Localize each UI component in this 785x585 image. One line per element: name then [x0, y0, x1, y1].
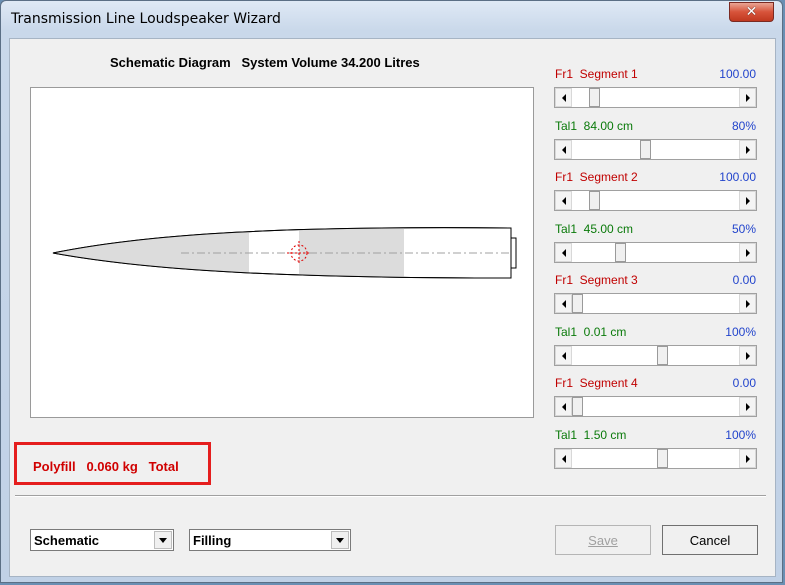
scroll-track[interactable] — [572, 294, 739, 313]
footer-separator — [15, 495, 766, 497]
scroll-right-button[interactable] — [739, 191, 756, 210]
close-button[interactable]: ✕ — [729, 2, 774, 22]
segment-scrollbar[interactable] — [554, 190, 757, 211]
slider-value: 100.00 — [719, 170, 756, 184]
schematic-canvas — [30, 87, 534, 418]
arrow-left-icon — [561, 196, 566, 205]
arrow-left-icon — [561, 402, 566, 411]
scroll-track[interactable] — [572, 191, 739, 210]
scroll-left-button[interactable] — [555, 243, 572, 262]
scroll-track[interactable] — [572, 140, 739, 159]
segment-scrollbar[interactable] — [554, 448, 757, 469]
arrow-right-icon — [745, 196, 750, 205]
slider-value: 100% — [725, 325, 756, 339]
scroll-thumb[interactable] — [572, 397, 583, 416]
arrow-right-icon — [745, 299, 750, 308]
slider-label: Fr1 Segment 2 — [555, 170, 638, 184]
wizard-window: Transmission Line Loudspeaker Wizard ✕ S… — [0, 0, 783, 583]
view-select-value: Schematic — [34, 533, 100, 548]
scroll-left-button[interactable] — [555, 449, 572, 468]
scroll-thumb[interactable] — [589, 191, 600, 210]
polyfill-total-box: Polyfill 0.060 kg Total — [14, 442, 211, 485]
arrow-right-icon — [745, 402, 750, 411]
arrow-left-icon — [561, 454, 566, 463]
segment-scrollbar[interactable] — [554, 242, 757, 263]
mode-select[interactable]: Filling — [189, 529, 351, 551]
scroll-left-button[interactable] — [555, 397, 572, 416]
cancel-button[interactable]: Cancel — [662, 525, 758, 555]
arrow-right-icon — [745, 93, 750, 102]
arrow-right-icon — [745, 145, 750, 154]
segment-scrollbar[interactable] — [554, 396, 757, 417]
scroll-track[interactable] — [572, 243, 739, 262]
scroll-right-button[interactable] — [739, 140, 756, 159]
slider-value: 50% — [731, 222, 756, 236]
window-title: Transmission Line Loudspeaker Wizard — [11, 11, 281, 27]
scroll-thumb[interactable] — [615, 243, 626, 262]
scroll-track[interactable] — [572, 449, 739, 468]
slider-label: Tal1 1.50 cm — [555, 428, 627, 442]
scroll-right-button[interactable] — [739, 346, 756, 365]
scroll-left-button[interactable] — [555, 88, 572, 107]
segment-scrollbar[interactable] — [554, 293, 757, 314]
segment-scrollbar[interactable] — [554, 87, 757, 108]
scroll-thumb[interactable] — [657, 449, 668, 468]
scroll-thumb[interactable] — [572, 294, 583, 313]
save-button[interactable]: Save — [555, 525, 651, 555]
slider-value: 100% — [725, 428, 756, 442]
arrow-left-icon — [561, 93, 566, 102]
scroll-left-button[interactable] — [555, 346, 572, 365]
cancel-button-label: Cancel — [689, 532, 731, 548]
dialog-client-area: Schematic Diagram System Volume 34.200 L… — [9, 38, 776, 577]
scroll-right-button[interactable] — [739, 88, 756, 107]
scroll-thumb[interactable] — [589, 88, 600, 107]
scroll-track[interactable] — [572, 88, 739, 107]
arrow-right-icon — [745, 454, 750, 463]
arrow-left-icon — [561, 351, 566, 360]
scroll-left-button[interactable] — [555, 191, 572, 210]
scroll-left-button[interactable] — [555, 140, 572, 159]
scroll-thumb[interactable] — [640, 140, 651, 159]
slider-value: 0.00 — [732, 273, 756, 287]
segment-scrollbar[interactable] — [554, 139, 757, 160]
scroll-track[interactable] — [572, 397, 739, 416]
chevron-down-icon[interactable] — [154, 531, 172, 549]
slider-label: Tal1 45.00 cm — [555, 222, 634, 236]
arrow-left-icon — [561, 145, 566, 154]
scroll-right-button[interactable] — [739, 449, 756, 468]
scroll-right-button[interactable] — [739, 294, 756, 313]
slider-value: 0.00 — [732, 376, 756, 390]
scroll-right-button[interactable] — [739, 397, 756, 416]
slider-value: 80% — [731, 119, 756, 133]
segment-scrollbar[interactable] — [554, 345, 757, 366]
scroll-track[interactable] — [572, 346, 739, 365]
scroll-right-button[interactable] — [739, 243, 756, 262]
scroll-left-button[interactable] — [555, 294, 572, 313]
view-select[interactable]: Schematic — [30, 529, 174, 551]
slider-value: 100.00 — [719, 67, 756, 81]
title-bar[interactable]: Transmission Line Loudspeaker Wizard ✕ — [1, 1, 782, 37]
save-button-label: Save — [588, 532, 618, 548]
slider-label: Fr1 Segment 4 — [555, 376, 638, 390]
arrow-left-icon — [561, 299, 566, 308]
slider-label: Fr1 Segment 3 — [555, 273, 638, 287]
mode-select-value: Filling — [193, 533, 232, 548]
diagram-title: Schematic Diagram System Volume 34.200 L… — [110, 55, 420, 70]
chevron-down-icon[interactable] — [331, 531, 349, 549]
close-icon: ✕ — [745, 4, 758, 20]
slider-label: Tal1 0.01 cm — [555, 325, 627, 339]
polyfill-total-text: Polyfill 0.060 kg Total — [33, 459, 179, 474]
line-schematic — [52, 227, 517, 279]
scroll-thumb[interactable] — [657, 346, 668, 365]
arrow-left-icon — [561, 248, 566, 257]
slider-label: Fr1 Segment 1 — [555, 67, 638, 81]
slider-label: Tal1 84.00 cm — [555, 119, 634, 133]
arrow-right-icon — [745, 351, 750, 360]
arrow-right-icon — [745, 248, 750, 257]
